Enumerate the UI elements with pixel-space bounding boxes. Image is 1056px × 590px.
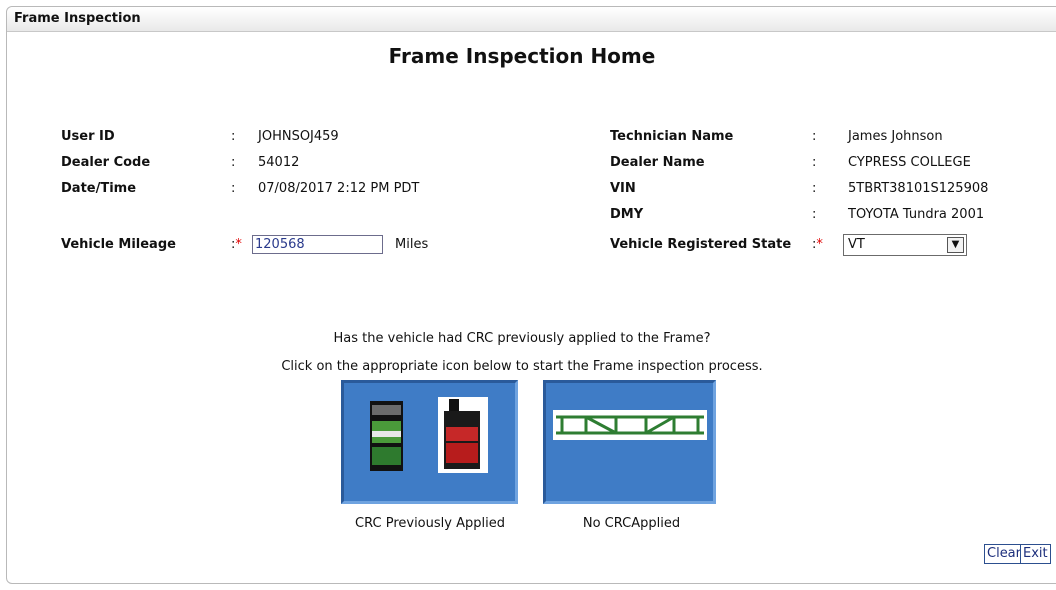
exit-button[interactable]: Exit [1020,544,1051,564]
no-crc-caption: No CRCApplied [582,516,681,531]
crc-applied-caption: CRC Previously Applied [355,516,505,531]
technician-name-colon: : [812,129,817,144]
vehicle-frame-icon [553,410,707,440]
vin-colon: : [812,181,817,196]
date-time-value: 07/08/2017 2:12 PM PDT [258,181,420,196]
required-asterisk: * [816,237,823,252]
crc-applied-option[interactable] [341,380,518,504]
panel-title: Frame Inspection [14,11,141,26]
mileage-unit: Miles [395,237,429,252]
crc-question: Has the vehicle had CRC previously appli… [333,331,711,346]
user-id-colon: : [231,129,236,144]
dealer-name-label: Dealer Name [610,155,705,170]
date-time-label: Date/Time [61,181,137,196]
date-time-colon: : [231,181,236,196]
dmy-label: DMY [610,207,644,222]
user-id-value: JOHNSOJ459 [258,129,339,144]
page-title: Frame Inspection Home [388,44,656,68]
vin-value: 5TBRT38101S125908 [848,181,989,196]
dealer-name-colon: : [812,155,817,170]
clear-button[interactable]: Clear [984,544,1024,564]
dmy-value: TOYOTA Tundra 2001 [848,207,985,222]
vehicle-mileage-label: Vehicle Mileage [61,237,176,252]
instruction-text: Click on the appropriate icon below to s… [281,359,763,374]
technician-name-label: Technician Name [610,129,734,144]
panel-header: Frame Inspection [7,7,1056,32]
required-asterisk: * [235,237,242,252]
registered-state-colon: :* [812,237,823,252]
vehicle-mileage-input[interactable] [252,235,383,254]
vehicle-mileage-colon: :* [231,237,242,252]
crc-products-icon [370,397,488,473]
dealer-code-value: 54012 [258,155,300,170]
no-crc-option[interactable] [543,380,716,504]
vin-label: VIN [610,181,636,196]
frame-inspection-panel: Frame Inspection [6,6,1056,584]
dmy-colon: : [812,207,817,222]
state-selected-value: VT [848,237,865,252]
dealer-name-value: CYPRESS COLLEGE [848,155,971,170]
registered-state-select[interactable]: VT ▼ [843,234,967,256]
registered-state-label: Vehicle Registered State [610,237,792,252]
dealer-code-colon: : [231,155,236,170]
dealer-code-label: Dealer Code [61,155,151,170]
chevron-down-icon[interactable]: ▼ [947,237,964,253]
technician-name-value: James Johnson [848,129,943,144]
user-id-label: User ID [61,129,115,144]
